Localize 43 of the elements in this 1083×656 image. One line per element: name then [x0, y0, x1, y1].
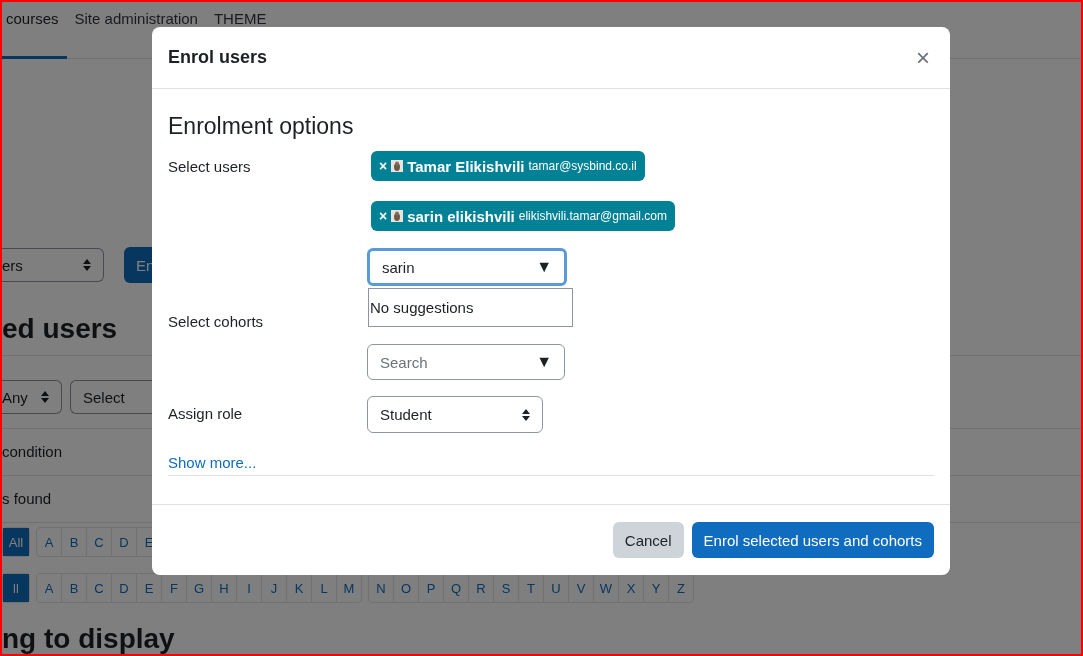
- user-email: elikishvili.tamar@gmail.com: [518, 209, 667, 223]
- user-name: sarin elikishvili: [407, 207, 515, 225]
- remove-icon[interactable]: ×: [379, 208, 388, 224]
- caret-icon: [83, 259, 91, 271]
- cancel-button[interactable]: Cancel: [612, 522, 684, 558]
- section-title: Enrolment options: [168, 112, 355, 141]
- avatar-icon: [391, 160, 404, 172]
- caret-icon: [522, 408, 530, 421]
- remove-icon[interactable]: ×: [379, 158, 388, 174]
- letter-filter[interactable]: N: [369, 574, 393, 602]
- search-field[interactable]: Search ▼: [367, 344, 565, 380]
- user-chip[interactable]: × sarin elikishvili elikishvili.tamar@gmail.com: [371, 201, 675, 231]
- close-button[interactable]: ×: [912, 43, 934, 72]
- role-select[interactable]: Student: [367, 396, 543, 433]
- nav-tab[interactable]: courses: [2, 2, 67, 59]
- match-select[interactable]: Any: [2, 380, 62, 414]
- letter-filter[interactable]: D: [111, 574, 136, 602]
- user-chip[interactable]: × Tamar Elikishvili tamar@sysbind.co.il: [371, 151, 645, 181]
- letter-filter[interactable]: C: [86, 574, 111, 602]
- letter-filter[interactable]: A: [37, 528, 61, 556]
- page-heading: ng to display: [2, 622, 176, 654]
- user-email: tamar@sysbind.co.il: [528, 159, 637, 173]
- field-label: Select cohorts: [168, 312, 265, 332]
- show-more-link[interactable]: Show more...: [168, 453, 934, 476]
- suggestions-list: No suggestions: [368, 288, 573, 327]
- dropdown-arrow[interactable]: ▼: [536, 258, 552, 276]
- field-label: Select users: [168, 157, 252, 177]
- user-name: Tamar Elikishvili: [407, 157, 525, 175]
- dialog-title: Enrol users: [168, 47, 268, 68]
- submit-button[interactable]: Enrol selected users and cohorts: [691, 522, 934, 558]
- dropdown-arrow[interactable]: ▼: [536, 353, 552, 371]
- letter-filter[interactable]: B: [61, 574, 86, 602]
- letter-filter[interactable]: ll: [3, 574, 29, 602]
- caret-icon: [41, 391, 49, 403]
- field-label: Assign role: [168, 404, 244, 424]
- letter-filter[interactable]: D: [111, 528, 136, 556]
- letter-filter[interactable]: B: [61, 528, 86, 556]
- letter-filter[interactable]: All: [3, 528, 29, 556]
- filter-select[interactable]: ers: [2, 248, 104, 282]
- search-field[interactable]: sarin ▼: [367, 248, 567, 286]
- avatar-icon: [391, 210, 404, 222]
- letter-filter[interactable]: C: [86, 528, 111, 556]
- letter-filter[interactable]: A: [37, 574, 61, 602]
